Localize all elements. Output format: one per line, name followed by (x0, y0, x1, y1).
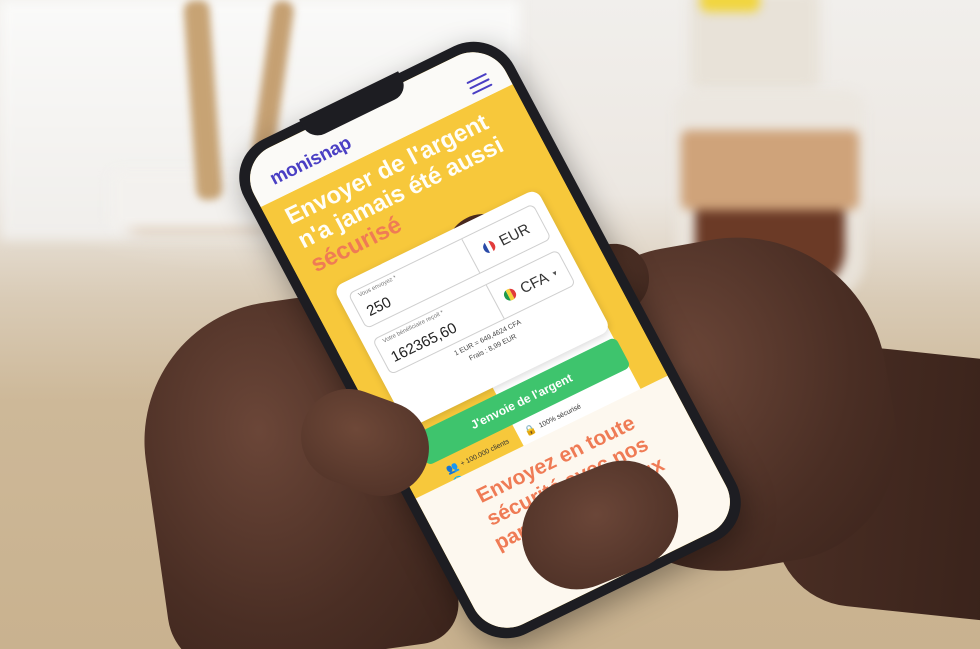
senegal-flag-icon (502, 286, 519, 303)
send-amount-value[interactable]: 250 (364, 294, 394, 320)
france-flag-icon (481, 238, 498, 255)
users-icon: 👥 (444, 461, 461, 477)
send-currency-code: EUR (496, 220, 533, 250)
photo-background: monisnap Envoyer de l'argent n'a jamais … (0, 0, 980, 649)
cup-sleeve (681, 130, 859, 210)
chevron-down-icon: ▾ (550, 268, 559, 278)
blurred-bottle-cap (700, 0, 760, 12)
send-amount-label: Vous envoyez * (357, 275, 398, 299)
receive-currency-code: CFA (517, 268, 552, 297)
hamburger-menu-icon[interactable] (466, 72, 493, 95)
